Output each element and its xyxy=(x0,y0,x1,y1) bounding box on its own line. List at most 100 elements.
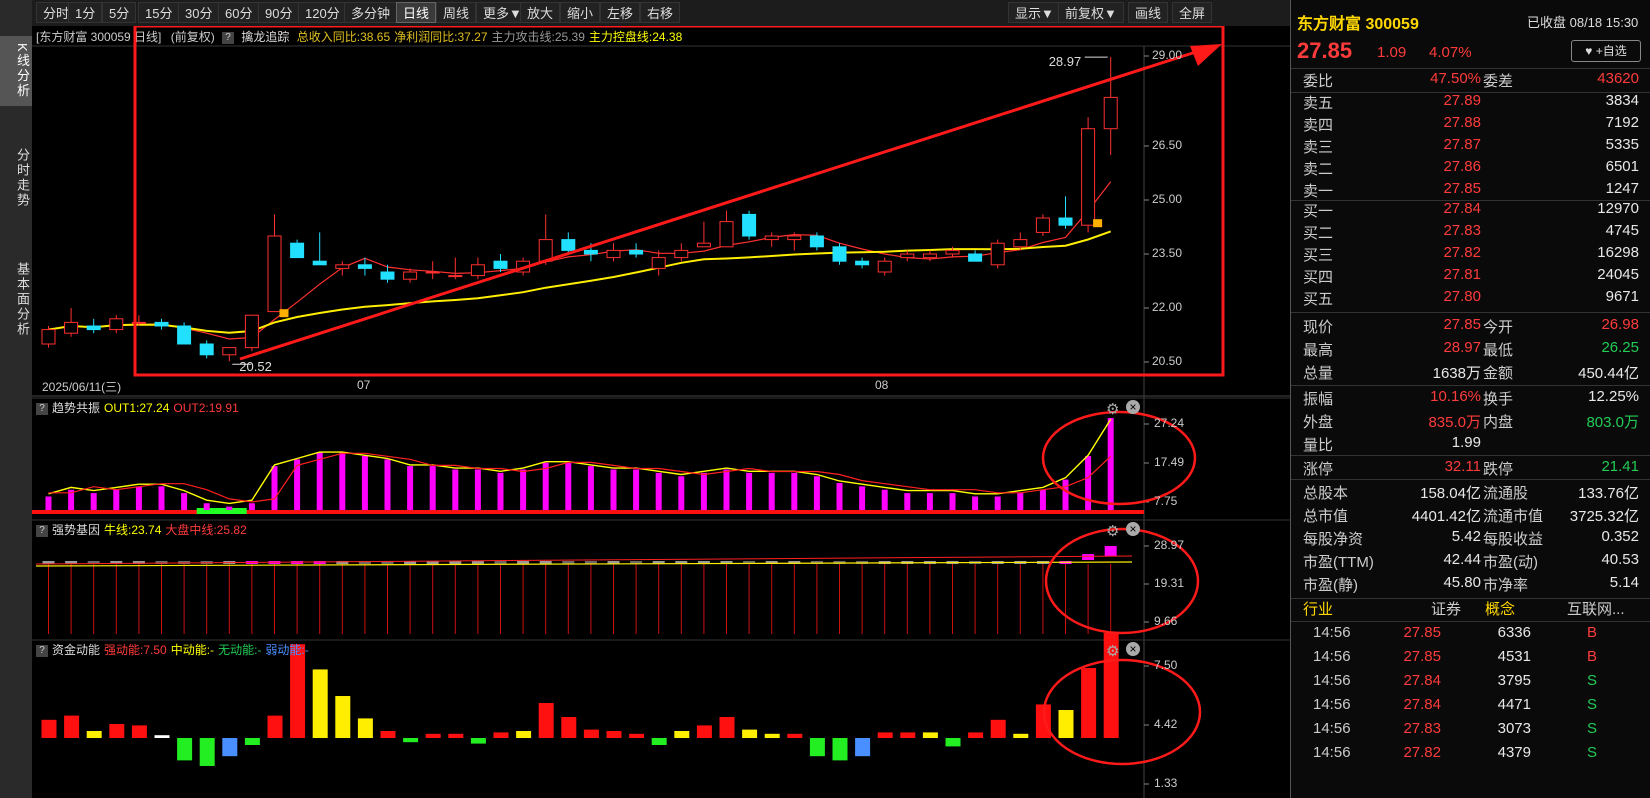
period-btn[interactable]: 缩小 xyxy=(560,2,601,23)
gear-icon[interactable]: ⚙ xyxy=(1106,522,1119,540)
tick-price: 27.85 xyxy=(1403,624,1441,641)
panel-indicator-value: 强动能:7.50 xyxy=(104,643,167,657)
toolbar-right-btn[interactable]: 显示▼ xyxy=(1008,2,1061,23)
candle xyxy=(177,322,192,345)
tab-intraday[interactable]: 分时走势 xyxy=(0,138,32,218)
resonance-bar xyxy=(1107,418,1114,510)
price-axis-label: 23.50 xyxy=(1152,246,1183,260)
add-watchlist-button[interactable]: ♥ +自选 xyxy=(1571,40,1641,62)
candle xyxy=(41,326,56,348)
resonance-bar xyxy=(723,469,730,510)
chart-area[interactable]: [东方财富 300059 日线] (前复权) ? 擒龙追踪 总收入同比:38.6… xyxy=(32,26,1290,798)
toolbar-right-btn[interactable]: 全屏 xyxy=(1172,2,1213,23)
panel-indicator-name: 强势基因 xyxy=(52,523,101,537)
tick-volume: 3073 xyxy=(1497,720,1531,737)
divider xyxy=(1291,68,1650,69)
period-toolbar: 分时 1分 5分 15分 30分 60分 90分 120分 多分钟 日线 周线 更多▼ 放大 缩小 左移 右移… xyxy=(32,0,1290,27)
resonance-bar xyxy=(1039,489,1046,510)
date-label: 08 xyxy=(875,378,889,392)
panel2-axis-label: 19.31 xyxy=(1154,576,1185,590)
candle xyxy=(267,214,282,313)
stat-value: 4401.42亿 xyxy=(1411,508,1481,525)
candle xyxy=(719,210,734,248)
panel2-axis-label: 28.97 xyxy=(1154,538,1185,552)
close-icon[interactable]: × xyxy=(1126,522,1140,536)
toolbar-right-btn[interactable]: 前复权▼ xyxy=(1058,2,1124,23)
order-book-price: 27.87 xyxy=(1443,136,1481,153)
fund-momentum-bar xyxy=(764,733,780,738)
period-btn[interactable]: 日线 xyxy=(396,2,437,23)
stat-value: 5.42 xyxy=(1451,528,1481,545)
fund-momentum-bar xyxy=(629,733,645,738)
resonance-bar xyxy=(113,489,120,510)
stat-label: 量比 xyxy=(1303,437,1334,454)
period-btn[interactable]: 30分 xyxy=(178,2,220,23)
stat-value: 26.25 xyxy=(1601,339,1639,356)
highlight-box xyxy=(133,26,1225,377)
period-btn[interactable]: 120分 xyxy=(298,2,347,23)
panel-indicator-name: 趋势共振 xyxy=(52,401,101,415)
resonance-bar xyxy=(90,493,97,510)
help-icon[interactable]: ? xyxy=(36,644,48,657)
stat-label: 涨停 xyxy=(1303,461,1334,478)
divider xyxy=(1291,455,1650,456)
order-book-label: 买三 xyxy=(1303,247,1334,264)
candle xyxy=(86,318,101,334)
stat-label: 今开 xyxy=(1483,319,1514,336)
period-btn[interactable]: 右移 xyxy=(640,2,681,23)
period-btn[interactable]: 周线 xyxy=(436,2,477,23)
stat-value: 0.352 xyxy=(1601,528,1639,545)
industry-value[interactable]: 证券 xyxy=(1431,598,1461,619)
period-btn[interactable]: 5分 xyxy=(102,2,137,23)
toolbar-right-btn[interactable]: 画线 xyxy=(1128,2,1169,23)
panel-indicator-name: 资金动能 xyxy=(52,643,101,657)
panel-indicator-value: 弱动能:- xyxy=(265,643,309,657)
candle xyxy=(538,214,553,265)
resonance-bar xyxy=(1017,493,1024,510)
fund-momentum-bar xyxy=(425,733,441,738)
candle xyxy=(64,308,79,337)
price-axis-label: 29.00 xyxy=(1152,48,1183,62)
close-icon[interactable]: × xyxy=(1126,400,1140,414)
period-btn[interactable]: 放大 xyxy=(520,2,561,23)
stat-label: 跌停 xyxy=(1483,461,1514,478)
stat-value: 32.11 xyxy=(1444,458,1481,475)
resonance-bar xyxy=(926,493,933,510)
order-book-label: 买一 xyxy=(1303,203,1334,220)
concept-label: 概念 xyxy=(1485,601,1516,618)
period-btn[interactable]: 90分 xyxy=(258,2,300,23)
tab-fundamental[interactable]: 基本面分析 xyxy=(0,250,32,348)
period-btn[interactable]: 1分 xyxy=(68,2,103,23)
stat-value: 450.44亿 xyxy=(1578,365,1639,382)
tab-kline-analysis[interactable]: K线分析 xyxy=(0,36,32,106)
market-status: 已收盘 08/18 15:30 xyxy=(1527,15,1639,30)
gear-icon[interactable]: ⚙ xyxy=(1106,642,1119,660)
candle xyxy=(335,261,350,276)
stat-label: 每股收益 xyxy=(1483,531,1544,548)
fund-momentum-bar xyxy=(1058,710,1074,738)
candle xyxy=(606,243,621,262)
order-book-price: 27.81 xyxy=(1443,266,1481,283)
resonance-bar xyxy=(474,469,481,510)
tick-side: S xyxy=(1587,672,1598,689)
stat-label: 流通市值 xyxy=(1483,508,1544,525)
stat-value: 45.80 xyxy=(1443,574,1481,591)
gear-icon[interactable]: ⚙ xyxy=(1106,400,1119,418)
fund-momentum-bar xyxy=(1013,733,1029,738)
fund-momentum-bar xyxy=(945,738,961,747)
concept-value[interactable]: 互联网... xyxy=(1567,598,1625,619)
period-btn[interactable]: 15分 xyxy=(138,2,180,23)
panel1-header: ? 趋势共振 OUT1:27.24 OUT2:19.91 xyxy=(32,399,239,417)
divider xyxy=(1291,312,1650,313)
help-icon[interactable]: ? xyxy=(36,524,48,537)
period-btn[interactable]: 60分 xyxy=(218,2,260,23)
resonance-bar xyxy=(497,472,504,510)
close-icon[interactable]: × xyxy=(1126,642,1140,656)
period-btn[interactable]: 左移 xyxy=(600,2,641,23)
panel2-axis-label: 9.66 xyxy=(1154,614,1178,628)
period-btn[interactable]: 多分钟 xyxy=(344,2,398,23)
help-icon[interactable]: ? xyxy=(36,402,48,415)
fund-momentum-bar xyxy=(177,738,193,761)
fund-momentum-bar xyxy=(516,731,532,738)
date-label: 2025/06/11(三) xyxy=(42,380,122,394)
